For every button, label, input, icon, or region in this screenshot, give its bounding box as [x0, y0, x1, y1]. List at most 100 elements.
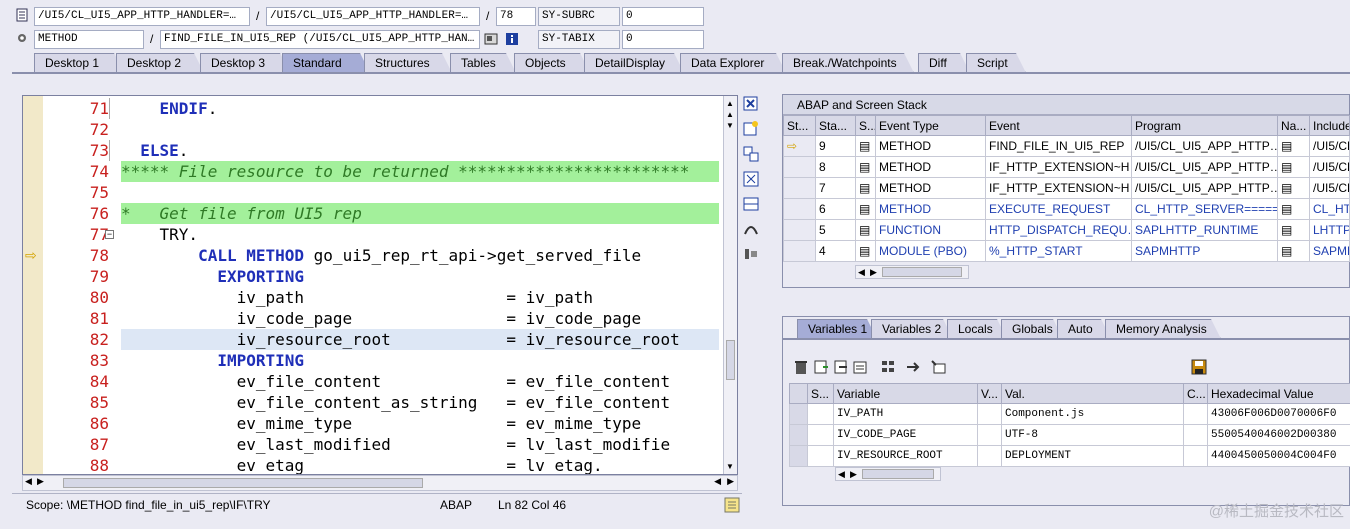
code-line[interactable]: 86 ev_mime_type = ev_mime_type	[23, 413, 737, 434]
stack-row[interactable]: 7 ▤ METHOD IF_HTTP_EXTENSION~H…/UI5/CL_UI5_…	[783, 177, 1350, 199]
tab-desktop-2[interactable]: Desktop 2	[116, 53, 204, 73]
settings-icon[interactable]	[742, 245, 760, 263]
tab-structures[interactable]: Structures	[364, 53, 452, 73]
navigate-icon[interactable]: ▤	[1281, 244, 1292, 258]
scroll-down-icon[interactable]: ▼	[726, 121, 734, 130]
tab-tables[interactable]: Tables	[450, 53, 516, 73]
vars-tab[interactable]: Globals	[1001, 319, 1063, 339]
line-field[interactable]: 78	[496, 7, 536, 26]
import-icon[interactable]	[813, 359, 829, 375]
code-line[interactable]: 73 ELSE.	[23, 140, 737, 161]
navigate-cell[interactable]: ▤	[1277, 135, 1310, 157]
watch-icon[interactable]	[931, 359, 947, 375]
navigate-cell[interactable]: ▤	[1277, 219, 1310, 241]
vars-column-header[interactable]: S...	[807, 383, 834, 404]
horizontal-scrollbar[interactable]: ◀ ▶ ◀ ▶	[22, 475, 738, 491]
vars-tab[interactable]: Variables 2	[871, 319, 953, 339]
code-line[interactable]: 78 CALL METHOD go_ui5_rep_rt_api->get_se…	[23, 245, 737, 266]
event-field[interactable]: FIND_FILE_IN_UI5_REP (/UI5/CL_UI5_APP_HT…	[160, 30, 480, 49]
stack-column-header[interactable]: S...	[855, 115, 876, 136]
save-icon[interactable]	[1191, 359, 1207, 375]
navigate-cell[interactable]: ▤	[1277, 240, 1310, 262]
vars-tab[interactable]: Memory Analysis	[1105, 319, 1221, 339]
scroll-right-icon[interactable]: ▶	[850, 468, 857, 480]
code-line[interactable]: 82 iv_resource_root = iv_resource_root	[23, 329, 737, 350]
split-icon[interactable]	[742, 195, 760, 213]
structure-icon[interactable]	[881, 359, 899, 375]
stack-row[interactable]: 6 ▤ METHOD EXECUTE_REQUEST CL_HTTP_SERVER===…	[783, 198, 1350, 220]
sy-subrc-value[interactable]: 0	[622, 7, 704, 26]
vars-tab[interactable]: Locals	[947, 319, 1007, 339]
navigate-cell[interactable]: ▤	[1277, 156, 1310, 178]
navigate-icon[interactable]: ▤	[1281, 223, 1292, 237]
delete-icon[interactable]	[793, 359, 809, 375]
services-icon[interactable]	[742, 220, 760, 238]
variable-row[interactable]: IV_RESOURCE_ROOT DEPLOYMENT 4400450050004C…	[789, 445, 1350, 467]
code-line[interactable]: 74 ***** File resource to be returned ***…	[23, 161, 737, 182]
navigate-cell[interactable]: ▤	[1277, 177, 1310, 199]
variable-value[interactable]: Component.js	[1001, 403, 1184, 425]
vars-column-header[interactable]: C...	[1183, 383, 1208, 404]
stack-column-header[interactable]: Na...	[1277, 115, 1310, 136]
vars-column-header[interactable]: Val.	[1001, 383, 1184, 404]
scroll-thumb[interactable]	[726, 340, 735, 380]
stack-column-header[interactable]: Program	[1131, 115, 1278, 136]
list-icon[interactable]	[853, 359, 869, 375]
stack-row[interactable]: 4▤MODULE (PBO)%_HTTP_STARTSAPMHTTP▤SAPMH…	[783, 240, 1350, 262]
tab-desktop-1[interactable]: Desktop 1	[34, 53, 124, 73]
tab-diff[interactable]: Diff	[918, 53, 970, 73]
scroll-left-icon[interactable]: ◀	[858, 266, 865, 278]
event-type-field[interactable]: METHOD	[34, 30, 144, 49]
code-line[interactable]: 76 * Get file from UI5 rep	[23, 203, 737, 224]
stack-row[interactable]: 8 ▤ METHOD IF_HTTP_EXTENSION~H…/UI5/CL_UI5_…	[783, 156, 1350, 178]
scroll-right-icon[interactable]: ▶	[870, 266, 877, 278]
code-line[interactable]: 88 ev_etag = lv_etag.	[23, 455, 737, 474]
navigate-icon[interactable]: ▤	[1281, 181, 1292, 195]
variable-row[interactable]: IV_CODE_PAGE UTF-8 5500540046002D00380	[789, 424, 1350, 446]
scroll-left-icon[interactable]: ◀	[25, 476, 32, 487]
tab-data-explorer[interactable]: Data Explorer	[680, 53, 786, 73]
export-icon[interactable]	[833, 359, 849, 375]
navigate-icon[interactable]: ▤	[1281, 202, 1292, 216]
code-line[interactable]: 71 ENDIF.	[23, 98, 737, 119]
vars-column-header[interactable]: Variable	[833, 383, 978, 404]
navigate-icon[interactable]: ▤	[1281, 160, 1292, 174]
stack-row[interactable]: 5 ▤ FUNCTION HTTP_DISPATCH_REQU… SAPLHTTP_RU…	[783, 219, 1350, 241]
vars-column-header[interactable]: V...	[977, 383, 1002, 404]
variable-name-input[interactable]: IV_RESOURCE_ROOT	[833, 445, 978, 467]
variable-value[interactable]: DEPLOYMENT	[1001, 445, 1184, 467]
vars-tab[interactable]: Auto	[1057, 319, 1111, 339]
scroll-bottom-icon[interactable]: ▼	[726, 462, 734, 471]
include-field[interactable]: /UI5/CL_UI5_APP_HTTP_HANDLER=…	[266, 7, 480, 26]
code-line[interactable]: 80 iv_path = iv_path	[23, 287, 737, 308]
vars-tab[interactable]: Variables 1	[797, 319, 877, 339]
code-line[interactable]: 75	[23, 182, 737, 203]
row-selector[interactable]	[789, 445, 808, 467]
swap-tool-icon[interactable]	[742, 145, 760, 163]
new-tool-icon[interactable]	[742, 120, 760, 138]
vars-h-scrollbar[interactable]: ◀ ▶	[835, 467, 941, 481]
code-line[interactable]: 79 EXPORTING	[23, 266, 737, 287]
stack-row[interactable]: ⇨ 9 ▤ METHOD FIND_FILE_IN_UI5_REP/UI5/CL_UI5…	[783, 135, 1350, 157]
code-line[interactable]: 87 ev_last_modified = lv_last_modifie	[23, 434, 737, 455]
tab-desktop-3[interactable]: Desktop 3	[200, 53, 290, 73]
variable-name-input[interactable]: IV_PATH	[833, 403, 978, 425]
maximize-icon[interactable]	[742, 170, 760, 188]
notes-icon[interactable]	[724, 497, 740, 513]
scroll-up-icon[interactable]: ▲	[726, 99, 734, 108]
code-line[interactable]: 83 IMPORTING	[23, 350, 737, 371]
info-icon[interactable]	[505, 32, 519, 46]
tab-script[interactable]: Script	[966, 53, 1026, 73]
navigate-cell[interactable]: ▤	[1277, 198, 1310, 220]
variable-value[interactable]: UTF-8	[1001, 424, 1184, 446]
tab-standard[interactable]: Standard	[282, 53, 370, 73]
row-selector[interactable]	[789, 424, 808, 446]
display-object-icon[interactable]	[484, 32, 498, 46]
scroll-thumb[interactable]	[862, 469, 934, 479]
stack-h-scrollbar[interactable]: ◀ ▶	[855, 265, 969, 279]
row-selector[interactable]	[789, 403, 808, 425]
scroll-thumb[interactable]	[63, 478, 423, 488]
stack-column-header[interactable]: Include	[1309, 115, 1350, 136]
code-line[interactable]: 72	[23, 119, 737, 140]
code-line[interactable]: 77 TRY. −	[23, 224, 737, 245]
